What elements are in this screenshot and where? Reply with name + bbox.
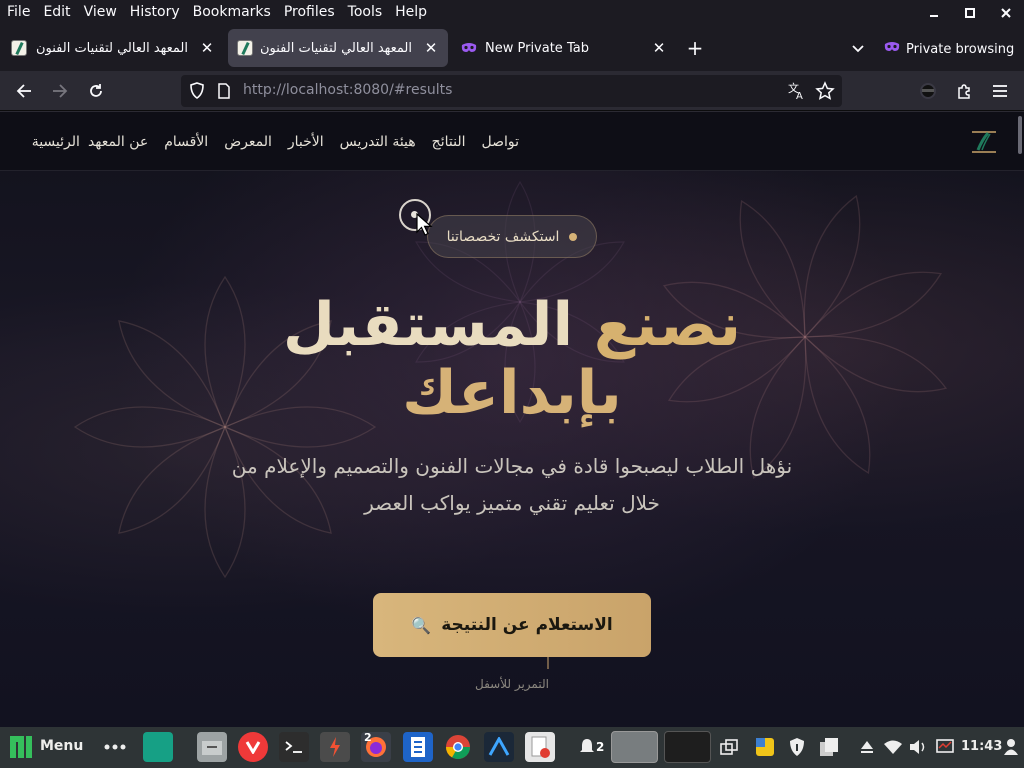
url-text[interactable]: http://localhost:8080/#results [243, 82, 452, 98]
hero-title-line2: بإبداعك [402, 358, 622, 428]
tab-title: New Private Tab [485, 40, 589, 56]
menu-file[interactable]: File [0, 0, 36, 25]
tab-new-private[interactable]: New Private Tab ✕ [451, 29, 676, 67]
site-nav: الرئيسية عن المعهد الأقسام المعرض الأخبا… [24, 112, 527, 171]
tab-institute-1[interactable]: المعهد العالي لتقنيات الفنون - ✕ [2, 29, 224, 67]
user-session-icon[interactable] [1000, 732, 1022, 762]
system-monitor-icon[interactable] [930, 732, 960, 762]
maximize-icon[interactable] [952, 0, 988, 25]
arc-editor-icon[interactable] [484, 732, 514, 762]
reload-icon[interactable] [82, 77, 110, 105]
institute-logo[interactable] [968, 124, 1000, 156]
navigation-toolbar: http://localhost:8080/#results 文A [0, 71, 1024, 111]
svg-text:A: A [796, 91, 803, 101]
forward-arrow-icon[interactable] [46, 77, 74, 105]
clock[interactable]: 11:43 [961, 739, 1002, 754]
menu-bookmarks[interactable]: Bookmarks [186, 0, 277, 25]
firefox-window-count-badge: 2 [364, 731, 372, 744]
badge-label: استكشف تخصصاتنا [446, 228, 560, 245]
tab-close-icon[interactable]: ✕ [196, 39, 218, 57]
nav-link-contact[interactable]: تواصل [473, 134, 527, 150]
hero-subtitle-line1: نؤهل الطلاب ليصبحوا قادة في مجالات الفنو… [231, 454, 793, 478]
clipboard-icon[interactable] [814, 732, 844, 762]
scroll-indicator-line [547, 657, 549, 669]
mouse-pointer-icon [416, 213, 433, 236]
nav-link-gallery[interactable]: المعرض [216, 134, 280, 150]
menu-help[interactable]: Help [388, 0, 433, 25]
package-updates-icon[interactable] [750, 732, 780, 762]
list-all-tabs-chevron-icon[interactable] [846, 36, 870, 62]
translate-icon[interactable]: 文A [787, 81, 807, 102]
url-bar[interactable]: http://localhost:8080/#results 文A [181, 75, 842, 107]
page-scrollbar[interactable] [1018, 116, 1022, 154]
nav-link-about[interactable]: عن المعهد [80, 134, 156, 150]
bookmark-star-icon[interactable] [815, 81, 835, 101]
workspace-2-preview[interactable] [664, 731, 711, 763]
taskbar: Menu 2 2 11:43 [0, 727, 1024, 768]
menu-history[interactable]: History [123, 0, 186, 25]
hero-title-plain: المستقبل [282, 290, 574, 360]
tab-strip: المعهد العالي لتقنيات الفنون - ✕ المعهد … [0, 25, 1024, 71]
desktop-icon[interactable] [143, 732, 173, 762]
extensions-puzzle-icon[interactable] [950, 77, 978, 105]
menu-edit[interactable]: Edit [36, 0, 76, 25]
badge-dot-icon [569, 232, 578, 241]
url-host: http://localhost [243, 82, 349, 98]
tab-institute-2[interactable]: المعهد العالي لتقنيات الفنون ✕ [228, 29, 448, 67]
private-browsing-indicator: Private browsing [884, 36, 1014, 62]
terminal-icon[interactable] [279, 732, 309, 762]
tab-title: المعهد العالي لتقنيات الفنون [261, 40, 412, 56]
nav-link-results[interactable]: النتائج [424, 134, 474, 150]
scroll-down-hint[interactable]: التمرير للأسفل [0, 677, 1024, 691]
tracking-protection-shield-icon[interactable] [189, 82, 205, 104]
start-menu-label[interactable]: Menu [40, 738, 83, 754]
workspace-1-preview[interactable] [611, 731, 658, 763]
back-arrow-icon[interactable] [10, 77, 38, 105]
private-browsing-label: Private browsing [906, 41, 1015, 57]
site-favicon-icon [11, 40, 27, 56]
writer-document-icon[interactable] [403, 732, 433, 762]
vivaldi-browser-icon[interactable] [238, 732, 268, 762]
tab-close-icon[interactable]: ✕ [648, 39, 670, 57]
hero-subtitle-line2: خلال تعليم تقني متميز يواكب العصر [364, 491, 660, 515]
text-editor-icon[interactable] [525, 732, 555, 762]
site-favicon-icon [237, 40, 253, 56]
tab-title: المعهد العالي لتقنيات الفنون - [35, 40, 188, 56]
cta-label: الاستعلام عن النتيجة [441, 615, 613, 635]
security-shield-icon[interactable] [782, 732, 812, 762]
hamburger-menu-icon[interactable] [986, 77, 1014, 105]
window-switcher-icon[interactable] [714, 732, 744, 762]
minimize-icon[interactable] [916, 0, 952, 25]
file-manager-icon[interactable] [197, 732, 227, 762]
new-tab-button[interactable]: + [682, 36, 708, 62]
chrome-icon[interactable] [443, 732, 473, 762]
app-grid-dots-icon[interactable] [100, 732, 130, 762]
nav-link-departments[interactable]: الأقسام [156, 134, 216, 150]
explore-badge[interactable]: استكشف تخصصاتنا [427, 215, 597, 258]
private-mask-icon [884, 41, 900, 57]
tab-close-icon[interactable]: ✕ [420, 39, 442, 57]
hero-title-line1: نصنع المستقبل [0, 290, 1024, 360]
manjaro-menu-icon[interactable] [6, 732, 36, 762]
close-icon[interactable] [988, 0, 1024, 25]
hero-title-accent: نصنع [593, 290, 742, 360]
nav-link-home[interactable]: الرئيسية [24, 134, 80, 150]
nav-link-news[interactable]: الأخبار [280, 134, 332, 150]
profile-avatar-icon[interactable] [914, 77, 942, 105]
git-client-icon[interactable] [320, 732, 350, 762]
nav-link-faculty[interactable]: هيئة التدريس [332, 134, 424, 150]
notification-count: 2 [596, 740, 605, 754]
menu-bar: File Edit View History Bookmarks Profile… [0, 0, 1024, 25]
page-info-icon[interactable] [217, 83, 231, 103]
search-icon: 🔍 [411, 615, 432, 635]
private-mask-icon [461, 40, 477, 56]
web-page: الرئيسية عن المعهد الأقسام المعرض الأخبا… [0, 112, 1024, 727]
menu-tools[interactable]: Tools [341, 0, 389, 25]
site-header: الرئيسية عن المعهد الأقسام المعرض الأخبا… [0, 112, 1024, 171]
menu-profiles[interactable]: Profiles [277, 0, 341, 25]
url-path: :8080/#results [348, 82, 453, 98]
menu-view[interactable]: View [77, 0, 123, 25]
check-result-button[interactable]: الاستعلام عن النتيجة 🔍 [373, 593, 651, 657]
window-controls [916, 0, 1024, 25]
